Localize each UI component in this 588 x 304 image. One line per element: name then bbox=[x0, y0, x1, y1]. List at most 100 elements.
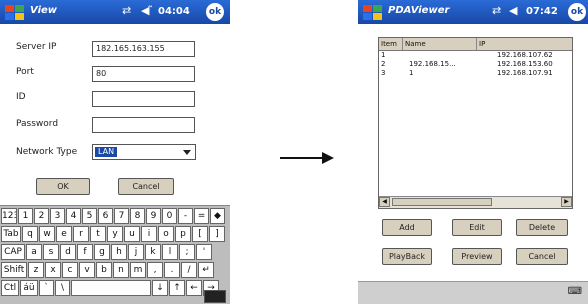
key[interactable]: 5 bbox=[82, 208, 97, 224]
enter-key[interactable]: ↵ bbox=[198, 262, 214, 278]
table-row[interactable]: 2 192.168.15... 192.168.153.60 bbox=[379, 60, 572, 69]
key[interactable]: ; bbox=[179, 244, 195, 260]
keyboard-row: 123 1 2 3 4 5 6 7 8 9 0 - = ◆ bbox=[1, 208, 225, 224]
key[interactable]: ] bbox=[209, 226, 225, 242]
windows-flag-icon[interactable] bbox=[2, 2, 28, 22]
key[interactable]: u bbox=[124, 226, 140, 242]
up-arrow-key[interactable]: ↑ bbox=[169, 280, 185, 296]
key[interactable]: h bbox=[111, 244, 127, 260]
network-type-select[interactable]: LAN bbox=[92, 144, 196, 160]
key[interactable]: l bbox=[162, 244, 178, 260]
volume-icon[interactable]: ◀ bbox=[509, 4, 517, 17]
key[interactable]: p bbox=[175, 226, 191, 242]
key[interactable]: 4 bbox=[66, 208, 81, 224]
caps-lock-key[interactable]: CAP bbox=[1, 244, 25, 260]
clock-time[interactable]: 07:42 bbox=[526, 6, 558, 17]
column-header-ip[interactable]: IP bbox=[477, 38, 572, 50]
down-arrow-key[interactable]: ↓ bbox=[152, 280, 168, 296]
key[interactable]: z bbox=[28, 262, 44, 278]
key[interactable]: 1 bbox=[18, 208, 33, 224]
scroll-thumb[interactable] bbox=[392, 198, 492, 206]
scroll-right-icon[interactable]: ▶ bbox=[561, 197, 572, 207]
key[interactable]: n bbox=[113, 262, 129, 278]
key[interactable]: c bbox=[62, 262, 78, 278]
playback-button[interactable]: PlayBack bbox=[382, 248, 432, 265]
key[interactable]: i bbox=[141, 226, 157, 242]
port-label: Port bbox=[16, 67, 34, 77]
ok-button[interactable]: OK bbox=[36, 178, 90, 195]
key[interactable]: o bbox=[158, 226, 174, 242]
key[interactable]: - bbox=[178, 208, 193, 224]
ctrl-key[interactable]: Ctl bbox=[1, 280, 19, 296]
key[interactable]: ' bbox=[196, 244, 212, 260]
key[interactable]: e bbox=[56, 226, 72, 242]
key[interactable]: d bbox=[60, 244, 76, 260]
key[interactable]: s bbox=[43, 244, 59, 260]
space-key[interactable] bbox=[71, 280, 151, 296]
delete-button[interactable]: Delete bbox=[516, 219, 568, 236]
key[interactable]: g bbox=[94, 244, 110, 260]
key[interactable]: b bbox=[96, 262, 112, 278]
key[interactable]: [ bbox=[192, 226, 208, 242]
backspace-key[interactable]: ◆ bbox=[210, 208, 225, 224]
accent-key[interactable]: áü bbox=[20, 280, 38, 296]
key[interactable]: v bbox=[79, 262, 95, 278]
id-input[interactable] bbox=[92, 91, 195, 107]
key[interactable]: f bbox=[77, 244, 93, 260]
cell-ip: 192.168.153.60 bbox=[497, 60, 553, 68]
key[interactable]: \ bbox=[55, 280, 70, 296]
key[interactable]: 0 bbox=[162, 208, 177, 224]
chevron-down-icon[interactable] bbox=[183, 150, 191, 155]
key[interactable]: y bbox=[107, 226, 123, 242]
volume-icon[interactable]: ◀ ̃ bbox=[141, 4, 153, 17]
connectivity-icon[interactable]: ⇄ bbox=[492, 4, 501, 17]
preview-button[interactable]: Preview bbox=[452, 248, 502, 265]
ok-close-button[interactable]: ok bbox=[568, 3, 586, 21]
key[interactable]: 9 bbox=[146, 208, 161, 224]
password-input[interactable] bbox=[92, 117, 195, 133]
sip-keyboard-icon[interactable] bbox=[204, 290, 226, 303]
clock-time[interactable]: 04:04 bbox=[158, 6, 190, 17]
key[interactable]: . bbox=[164, 262, 180, 278]
tab-key[interactable]: Tab bbox=[1, 226, 21, 242]
server-ip-input[interactable]: 182.165.163.155 bbox=[92, 41, 195, 57]
key[interactable]: = bbox=[194, 208, 209, 224]
key[interactable]: / bbox=[181, 262, 197, 278]
key[interactable]: 3 bbox=[50, 208, 65, 224]
horizontal-scrollbar[interactable]: ◀ ▶ bbox=[379, 196, 572, 208]
column-header-name[interactable]: Name bbox=[403, 38, 477, 50]
add-button[interactable]: Add bbox=[382, 219, 432, 236]
table-row[interactable]: 1 192.168.107.62 bbox=[379, 51, 572, 60]
key[interactable]: 8 bbox=[130, 208, 145, 224]
shift-key[interactable]: Shift bbox=[1, 262, 27, 278]
network-type-value: LAN bbox=[95, 147, 118, 157]
key[interactable]: t bbox=[90, 226, 106, 242]
key[interactable]: x bbox=[45, 262, 61, 278]
key[interactable]: r bbox=[73, 226, 89, 242]
ok-close-button[interactable]: ok bbox=[206, 3, 224, 21]
key[interactable]: k bbox=[145, 244, 161, 260]
key[interactable]: , bbox=[147, 262, 163, 278]
key[interactable]: a bbox=[26, 244, 42, 260]
key[interactable]: j bbox=[128, 244, 144, 260]
key[interactable]: 7 bbox=[114, 208, 129, 224]
cancel-button[interactable]: Cancel bbox=[516, 248, 568, 265]
key[interactable]: 6 bbox=[98, 208, 113, 224]
sip-keyboard-icon[interactable]: ⌨ bbox=[568, 286, 582, 297]
server-list[interactable]: Item Name IP 1 192.168.107.62 2 192.168.… bbox=[378, 37, 573, 209]
column-header-item[interactable]: Item bbox=[379, 38, 403, 50]
key[interactable]: 123 bbox=[1, 208, 17, 224]
table-row[interactable]: 3 1 192.168.107.91 bbox=[379, 69, 572, 78]
scroll-left-icon[interactable]: ◀ bbox=[379, 197, 390, 207]
left-arrow-key[interactable]: ← bbox=[186, 280, 202, 296]
key[interactable]: m bbox=[130, 262, 146, 278]
key[interactable]: w bbox=[39, 226, 55, 242]
windows-flag-icon[interactable] bbox=[360, 2, 386, 22]
key[interactable]: q bbox=[22, 226, 38, 242]
edit-button[interactable]: Edit bbox=[452, 219, 502, 236]
key[interactable]: 2 bbox=[34, 208, 49, 224]
cancel-button[interactable]: Cancel bbox=[118, 178, 174, 195]
port-input[interactable]: 80 bbox=[92, 66, 195, 82]
connectivity-icon[interactable]: ⇄ bbox=[122, 4, 131, 17]
key[interactable]: ` bbox=[39, 280, 54, 296]
